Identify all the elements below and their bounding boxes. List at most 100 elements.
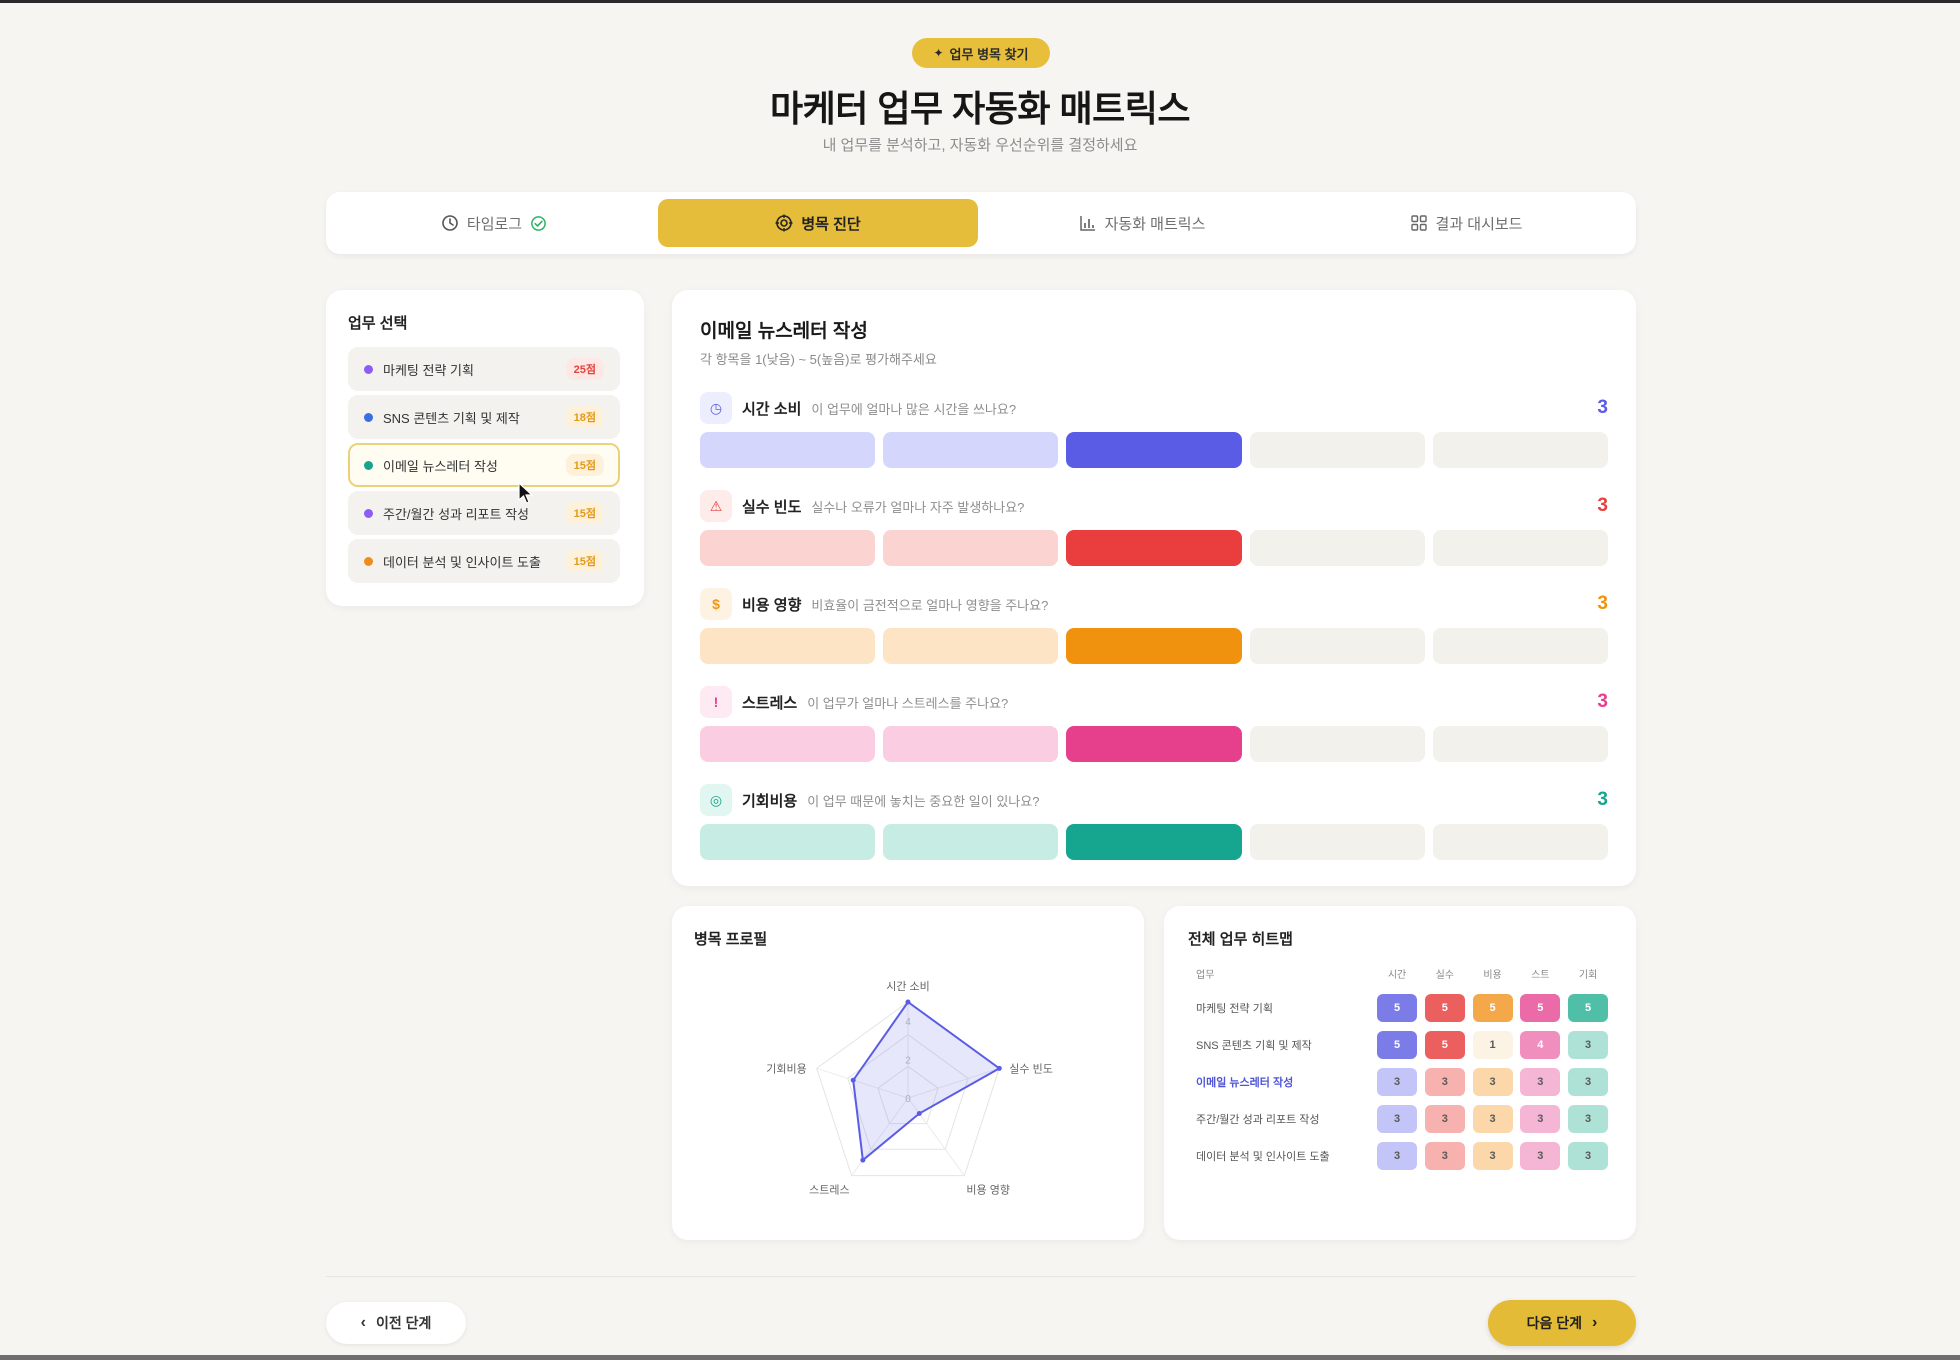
heatmap-row[interactable]: SNS 콘텐츠 기획 및 제작 5 5 1 4 3 <box>1188 1026 1612 1063</box>
task-list: 마케팅 전략 기획 25점 SNS 콘텐츠 기획 및 제작 18점 이메일 뉴스레터 작… <box>348 347 622 583</box>
criterion-header: ◷ 시간 소비 이 업무에 얼마나 많은 시간을 쓰나요? 3 <box>700 392 1608 424</box>
page-title: 마케터 업무 자동화 매트릭스 <box>770 88 1190 129</box>
criterion-header: ⚠ 실수 빈도 실수나 오류가 얼마나 자주 발생하나요? 3 <box>700 490 1608 522</box>
heatmap-cell: 3 <box>1520 1141 1561 1170</box>
heatmap-cell: 3 <box>1377 1104 1418 1133</box>
tab-label: 자동화 매트릭스 <box>1104 215 1206 233</box>
criterion-row: ⚠ 실수 빈도 실수나 오류가 얼마나 자주 발생하나요? 3 <box>700 490 1609 588</box>
rating-option-5[interactable] <box>1432 432 1609 468</box>
heatmap-column-header: 스트 <box>1531 969 1550 981</box>
task-item[interactable]: 데이터 분석 및 인사이트 도출 15점 <box>348 539 620 583</box>
task-score-badge: 15점 <box>565 550 604 572</box>
rating-option-5[interactable] <box>1432 824 1609 860</box>
task-dot <box>364 556 373 566</box>
page-subtitle: 내 업무를 분석하고, 자동화 우선순위를 결정하세요 <box>822 137 1138 154</box>
rating-option-2[interactable] <box>883 824 1059 860</box>
bar-chart-icon <box>1079 216 1095 231</box>
heatmap-cell: 5 <box>1377 993 1418 1022</box>
radar-axis-label: 시간 소비 <box>886 980 930 993</box>
rating-option-3[interactable] <box>1066 530 1242 566</box>
criterion-question: 비효율이 금전적으로 얼마나 영향을 주나요? <box>811 597 1049 613</box>
rating-option-3[interactable] <box>1066 726 1242 762</box>
heatmap-row[interactable]: 데이터 분석 및 인사이트 도출 3 3 3 3 3 <box>1188 1137 1612 1174</box>
radar-axis-label: 실수 빈도 <box>1009 1062 1053 1075</box>
heatmap-cell-wrap: 5 <box>1516 993 1564 1022</box>
radar-axis-label: 비용 영향 <box>966 1184 1010 1197</box>
task-score-badge: 25점 <box>565 358 604 380</box>
tab-bottleneck-diagnosis[interactable]: 병목 진단 <box>658 199 978 247</box>
criterion-header: ◎ 기회비용 이 업무 때문에 놓치는 중요한 일이 있나요? 3 <box>700 784 1608 816</box>
rating-option-5[interactable] <box>1432 628 1609 664</box>
task-item[interactable]: SNS 콘텐츠 기획 및 제작 18점 <box>348 395 620 439</box>
rating-option-4[interactable] <box>1249 432 1425 468</box>
rating-option-4[interactable] <box>1249 628 1425 664</box>
heatmap-cell-wrap: 3 <box>1469 1104 1517 1133</box>
criterion-value: 3 <box>1597 397 1608 418</box>
task-name: 이메일 뉴스레터 작성 <box>383 458 498 474</box>
tab-timelog[interactable]: 타임로그 <box>334 199 654 247</box>
rating-option-1[interactable] <box>700 824 876 860</box>
heatmap-rows: 마케팅 전략 기획 5 5 5 5 5 SNS 콘텐츠 기획 및 제작 5 5 1 4 3 이메일 뉴스… <box>1188 989 1612 1174</box>
rating-option-4[interactable] <box>1249 726 1425 762</box>
task-dot <box>364 364 373 374</box>
rating-option-5[interactable] <box>1432 726 1609 762</box>
warning-icon: ⚠ <box>700 490 732 522</box>
rating-option-2[interactable] <box>883 628 1059 664</box>
radar-axis-label: 스트레스 <box>809 1184 849 1197</box>
rating-option-1[interactable] <box>700 628 876 664</box>
rating-option-1[interactable] <box>700 530 876 566</box>
rating-title: 이메일 뉴스레터 작성 <box>700 321 868 342</box>
heatmap-cell: 3 <box>1472 1104 1513 1133</box>
tab-automation-matrix[interactable]: 자동화 매트릭스 <box>982 199 1302 247</box>
heatmap-cell: 3 <box>1424 1141 1465 1170</box>
heatmap-card: 전체 업무 히트맵 업무 시간 실수 비용 스트 기회 마케팅 전략 기획 5 5 5 5 5 SNS… <box>1164 906 1636 1240</box>
heatmap-cell-wrap: 3 <box>1373 1141 1421 1170</box>
criteria-list: ◷ 시간 소비 이 업무에 얼마나 많은 시간을 쓰나요? 3 ⚠ 실수 빈도 실수나 오류… <box>700 392 1609 882</box>
rating-option-2[interactable] <box>883 726 1059 762</box>
rating-segments <box>700 530 1609 566</box>
task-item[interactable]: 주간/월간 성과 리포트 작성 15점 <box>348 491 620 535</box>
rating-option-2[interactable] <box>883 530 1059 566</box>
heatmap-row[interactable]: 마케팅 전략 기획 5 5 5 5 5 <box>1188 989 1612 1026</box>
heatmap-row[interactable]: 주간/월간 성과 리포트 작성 3 3 3 3 3 <box>1188 1100 1612 1137</box>
mouse-cursor-icon <box>518 482 534 504</box>
criterion-question: 이 업무가 얼마나 스트레스를 주나요? <box>807 695 1009 711</box>
task-score-badge: 15점 <box>565 502 604 524</box>
rating-option-1[interactable] <box>700 432 876 468</box>
tab-result-dashboard[interactable]: 결과 대시보드 <box>1306 199 1626 247</box>
heatmap-cell-wrap: 5 <box>1373 1030 1421 1059</box>
radar-point <box>996 1065 1002 1071</box>
prev-step-button[interactable]: ‹ 이전 단계 <box>326 1302 466 1344</box>
clock-icon: ◷ <box>700 392 732 424</box>
heatmap-cell-wrap: 3 <box>1469 1067 1517 1096</box>
radar-chart: 024시간 소비실수 빈도비용 영향스트레스기회비용 <box>766 980 1053 1197</box>
tab-label: 결과 대시보드 <box>1435 215 1523 233</box>
heatmap-cell: 5 <box>1520 993 1561 1022</box>
criterion-name: 실수 빈도 <box>742 498 802 516</box>
heatmap-cell: 3 <box>1377 1067 1418 1096</box>
heatmap-row[interactable]: 이메일 뉴스레터 작성 3 3 3 3 3 <box>1188 1063 1612 1100</box>
rating-option-4[interactable] <box>1249 824 1425 860</box>
rating-option-2[interactable] <box>883 432 1059 468</box>
heatmap-cell-wrap: 4 <box>1516 1030 1564 1059</box>
heatmap-cell-wrap: 3 <box>1516 1104 1564 1133</box>
chevron-right-icon: › <box>1592 1314 1598 1331</box>
radar-point <box>916 1111 922 1117</box>
tab-label: 타임로그 <box>466 215 523 233</box>
next-step-button[interactable]: 다음 단계 › <box>1488 1300 1636 1346</box>
heatmap-cell: 3 <box>1568 1067 1609 1096</box>
dollar-icon: $ <box>700 588 732 620</box>
criterion-row: ! 스트레스 이 업무가 얼마나 스트레스를 주나요? 3 <box>700 686 1609 784</box>
rating-option-3[interactable] <box>1066 824 1242 860</box>
rating-option-1[interactable] <box>700 726 876 762</box>
rating-option-3[interactable] <box>1066 628 1242 664</box>
task-item[interactable]: 이메일 뉴스레터 작성 15점 <box>348 443 620 487</box>
rating-option-5[interactable] <box>1432 530 1609 566</box>
task-item[interactable]: 마케팅 전략 기획 25점 <box>348 347 620 391</box>
criterion-row: ◎ 기회비용 이 업무 때문에 놓치는 중요한 일이 있나요? 3 <box>700 784 1609 882</box>
heatmap-cell-wrap: 3 <box>1516 1067 1564 1096</box>
rating-option-3[interactable] <box>1066 432 1242 468</box>
step-tabs: 타임로그 병목 진단 자동화 매트릭스 결과 대시보드 <box>326 192 1636 254</box>
heatmap-cell: 5 <box>1424 993 1465 1022</box>
rating-option-4[interactable] <box>1249 530 1425 566</box>
